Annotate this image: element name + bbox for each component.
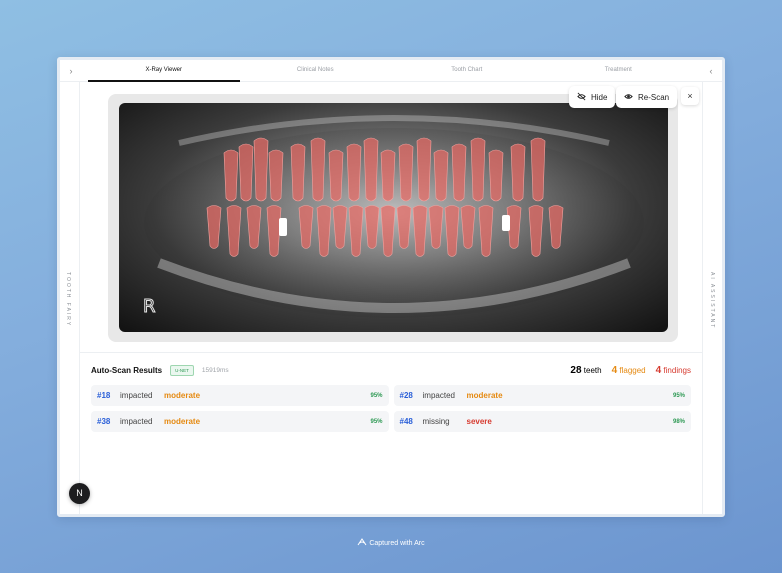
hide-label: Hide	[591, 92, 608, 102]
close-icon[interactable]: ×	[681, 87, 699, 105]
teeth-stat: 28 teeth	[570, 365, 601, 376]
condition: impacted	[422, 391, 455, 400]
assistant-fab-button[interactable]: N	[69, 483, 90, 504]
upper-tooth-mark	[416, 137, 432, 202]
xray-svg: R	[143, 115, 644, 318]
auto-scan-results: Auto-Scan Results U-NET 15919ms 28 teeth…	[80, 352, 702, 432]
highlight-tooth-right	[502, 215, 510, 231]
upper-tooth-mark	[530, 137, 546, 202]
rescan-button[interactable]: Re-Scan	[616, 86, 678, 108]
condition: impacted	[120, 391, 153, 400]
results-title: Auto-Scan Results	[91, 365, 163, 375]
condition: missing	[422, 417, 450, 426]
confidence: 95%	[370, 418, 383, 425]
right-rail-label: AI ASSISTANT	[709, 272, 715, 330]
side-marker: R	[143, 296, 156, 317]
footer-text: Captured with Arc	[369, 540, 425, 547]
tooth-number: #28	[399, 391, 413, 400]
upper-tooth-mark	[290, 143, 306, 202]
upper-tooth-mark	[398, 143, 414, 202]
confidence: 95%	[370, 392, 383, 399]
upper-tooth-mark	[268, 149, 284, 202]
teeth-label: teeth	[583, 365, 602, 375]
upper-tooth-mark	[433, 149, 449, 202]
confidence: 98%	[672, 418, 685, 425]
flagged-stat: 4 flagged	[612, 365, 646, 376]
finding-row[interactable]: #48 missing severe 98%	[393, 411, 691, 432]
tab-treatment[interactable]: Treatment	[543, 60, 695, 82]
app-window: › X-Ray Viewer Clinical Notes Tooth Char…	[57, 57, 725, 517]
arc-icon	[357, 538, 369, 547]
scan-stats: 28 teeth 4 flagged 4 findings	[570, 365, 691, 376]
flagged-label: flagged	[619, 365, 646, 375]
eye-icon	[624, 92, 633, 103]
condition: impacted	[120, 417, 153, 426]
finding-row[interactable]: #18 impacted moderate 95%	[91, 385, 389, 406]
severity: moderate	[164, 391, 201, 400]
upper-tooth-mark	[346, 143, 362, 202]
left-rail-label: TOOTH FAIRY	[65, 272, 71, 328]
tab-tooth-chart[interactable]: Tooth Chart	[391, 60, 543, 82]
upper-tooth-mark	[470, 137, 486, 202]
finding-row[interactable]: #38 impacted moderate 95%	[91, 411, 389, 432]
flagged-count: 4	[611, 364, 618, 376]
upper-tooth-mark	[328, 149, 344, 202]
upper-tooth-mark	[510, 143, 526, 202]
tab-xray-viewer[interactable]: X-Ray Viewer	[88, 60, 240, 82]
confidence: 95%	[672, 392, 685, 399]
capture-footer: Captured with Arc	[0, 538, 782, 547]
upper-tooth-mark	[223, 149, 239, 202]
tooth-number: #18	[97, 391, 111, 400]
right-sidebar-rail[interactable]: AI ASSISTANT	[702, 82, 722, 514]
teeth-count: 28	[570, 364, 582, 376]
upper-tooth-mark	[253, 137, 269, 202]
tab-clinical-notes[interactable]: Clinical Notes	[240, 60, 392, 82]
findings-grid: #18 impacted moderate 95% #28 impacted m…	[91, 385, 691, 432]
model-badge: U-NET	[170, 364, 194, 376]
scan-timing: 15919ms	[201, 366, 229, 374]
severity: moderate	[164, 417, 201, 426]
findings-stat: 4 findings	[656, 365, 691, 376]
eye-off-icon	[577, 92, 586, 103]
panoramic-xray-image[interactable]: R	[119, 103, 668, 332]
left-sidebar-rail[interactable]: TOOTH FAIRY	[60, 82, 80, 514]
upper-tooth-mark	[488, 149, 504, 202]
upper-tooth-mark	[451, 143, 467, 202]
upper-tooth-mark	[380, 149, 396, 202]
rescan-label: Re-Scan	[638, 92, 670, 102]
severity: severe	[466, 417, 492, 426]
xray-frame: R	[108, 94, 678, 342]
hide-button[interactable]: Hide	[569, 86, 616, 108]
tab-list: X-Ray Viewer Clinical Notes Tooth Chart …	[88, 60, 694, 82]
tooth-number: #38	[97, 417, 111, 426]
upper-tooth-mark	[238, 143, 254, 202]
upper-tooth-mark	[363, 137, 379, 202]
chevron-left-icon[interactable]: ‹	[704, 64, 718, 78]
results-header: Auto-Scan Results U-NET 15919ms 28 teeth…	[91, 363, 691, 377]
chevron-right-icon[interactable]: ›	[64, 64, 78, 78]
upper-tooth-mark	[310, 137, 326, 202]
finding-row[interactable]: #28 impacted moderate 95%	[393, 385, 691, 406]
severity: moderate	[466, 391, 503, 400]
tooth-number: #48	[399, 417, 413, 426]
findings-count: 4	[655, 364, 662, 376]
findings-label: findings	[663, 365, 691, 375]
highlight-tooth-left	[279, 218, 287, 236]
top-tab-bar: › X-Ray Viewer Clinical Notes Tooth Char…	[60, 60, 722, 82]
